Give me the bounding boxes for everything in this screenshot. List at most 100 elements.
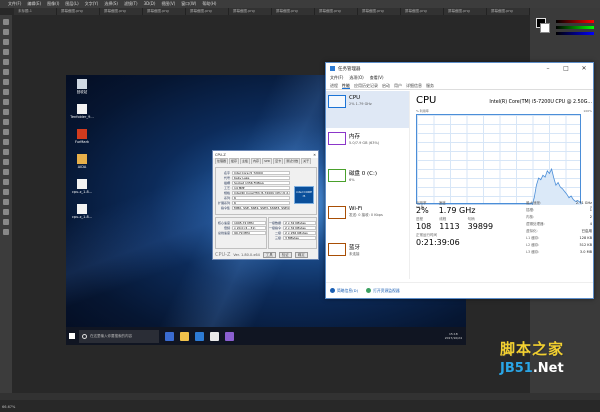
ps-document-tab[interactable]: 屏幕截图.png [358,8,401,15]
ps-document-tab[interactable]: 屏幕截图.png [100,8,143,15]
desktop-icon[interactable]: 回收站 [70,79,94,95]
tab-4[interactable]: 用户 [394,81,402,89]
ps-menu-item[interactable]: 窗口(W) [181,0,196,8]
taskbar-app-icon[interactable] [180,331,189,341]
ps-tool-icon[interactable] [3,189,9,195]
ps-tool-icon[interactable] [3,69,9,75]
ps-tool-icon[interactable] [3,79,9,85]
cpuz-titlebar[interactable]: CPU-Z ✕ [213,151,318,158]
tm-menu-item[interactable]: 查看(V) [370,74,384,81]
ps-tool-icon[interactable] [3,99,9,105]
maximize-icon[interactable]: □ [557,63,575,74]
taskbar-app-icon[interactable] [210,331,219,341]
ps-menu-item[interactable]: 图层(L) [65,0,78,8]
tab-6[interactable]: 服务 [426,81,434,89]
ps-document-tab[interactable]: 屏幕截图.png [186,8,229,15]
ps-document-tab[interactable]: 屏幕截图.png [272,8,315,15]
verify-button[interactable]: 验证 [278,251,292,258]
cpuz-tab[interactable]: 处理器 [215,158,229,164]
ps-tool-icon[interactable] [3,119,9,125]
ps-tool-icon[interactable] [3,169,9,175]
ps-tool-icon[interactable] [3,29,9,35]
ps-tool-icon[interactable] [3,89,9,95]
blue-slider[interactable] [556,32,594,35]
ps-document-tab[interactable]: 屏幕截图.png [487,8,530,15]
ps-document-tab[interactable]: 屏幕截图.png [315,8,358,15]
tab-1[interactable]: 性能 [342,81,350,89]
sidebar-item[interactable]: 内存 5.0/7.9 GB (63%) [326,128,409,165]
desktop-icon[interactable]: AIDA [70,154,94,169]
desktop-icon[interactable]: cpu-z_1.8... [70,179,94,194]
sidebar-item[interactable]: 蓝牙 未连接 [326,239,409,276]
tm-menu-item[interactable]: 选项(O) [349,74,363,81]
cpuz-tab[interactable]: SPD [262,158,273,164]
ps-menu-item[interactable]: 图像(I) [47,0,59,8]
ps-document-tab[interactable]: 屏幕截图.png [444,8,487,15]
ps-menu-item[interactable]: 选择(S) [104,0,118,8]
close-icon[interactable]: ✕ [575,63,593,74]
ps-tool-icon[interactable] [3,209,9,215]
ps-tool-icon[interactable] [3,129,9,135]
desktop-icon-image [77,154,87,164]
taskbar-search-box[interactable]: 在这里输入你要搜索的内容 [79,329,159,343]
ps-tool-icon[interactable] [3,19,9,25]
open-resource-monitor-link[interactable]: 打开资源监视器 [366,288,400,294]
ps-tool-icon[interactable] [3,39,9,45]
ps-menu-item[interactable]: 滤镜(T) [124,0,138,8]
ps-document-tab[interactable]: 屏幕截图.png [229,8,272,15]
ps-tool-icon[interactable] [3,149,9,155]
cpuz-tab[interactable]: 显卡 [273,158,284,164]
cpuz-tab[interactable]: 测试分数 [284,158,301,164]
ps-menu-item[interactable]: 编辑(E) [27,0,41,8]
tm-menu-item[interactable]: 文件(F) [330,74,343,81]
ps-tool-icon[interactable] [3,179,9,185]
ps-menu-item[interactable]: 3D(D) [144,0,156,8]
cpuz-field-label: 三级 [274,235,281,240]
ps-menu-item[interactable]: 视图(V) [161,0,175,8]
ps-tool-icon[interactable] [3,109,9,115]
red-slider[interactable] [556,20,594,23]
ps-tool-icon[interactable] [3,139,9,145]
desktop-icon[interactable]: FurMark [70,129,94,144]
taskbar-app-icon[interactable] [225,331,234,341]
green-slider[interactable] [556,26,594,29]
sidebar-item[interactable]: 磁盘 0 (C:) 6% [326,165,409,202]
ps-document-tab[interactable]: 未标题-1 [14,8,57,15]
ps-tool-icon[interactable] [3,59,9,65]
ps-tool-icon[interactable] [3,49,9,55]
tab-5[interactable]: 详细信息 [406,81,422,89]
sidebar-item[interactable]: CPU 2% 1.79 GHz [326,91,409,128]
sidebar-item[interactable]: Wi-Fi 发送: 0 接收: 0 Kbps [326,202,409,239]
cpuz-tab[interactable]: 主板 [240,158,251,164]
ps-tool-icon[interactable] [3,219,9,225]
ps-document-tab[interactable]: 屏幕截图.png [57,8,100,15]
ps-menu-item[interactable]: 帮助(H) [202,0,216,8]
taskbar-app-icon[interactable] [195,331,204,341]
tab-3[interactable]: 启动 [382,81,390,89]
task-manager-titlebar[interactable]: 任务管理器 – □ ✕ [326,63,593,74]
ps-document-tab[interactable]: 屏幕截图.png [401,8,444,15]
taskbar-app-icon[interactable] [165,331,174,341]
ps-tool-icon[interactable] [3,229,9,235]
cpuz-tab[interactable]: 关于 [301,158,312,164]
desktop-icon[interactable]: cpu-z_1.8... [70,204,94,219]
tab-0[interactable]: 进程 [330,81,338,89]
tab-2[interactable]: 应用历史记录 [354,81,378,89]
ps-menu-item[interactable]: 文件(F) [8,0,21,8]
background-color-swatch[interactable] [540,23,550,33]
ps-menu-item[interactable]: 文字(Y) [85,0,99,8]
ps-document-tab[interactable]: 屏幕截图.png [143,8,186,15]
close-icon[interactable]: ✕ [313,153,316,157]
ps-tool-icon[interactable] [3,159,9,165]
taskbar-clock[interactable]: 15:18 2017/10/24 [445,332,462,340]
ps-tool-icon[interactable] [3,199,9,205]
cpuz-tab[interactable]: 内存 [251,158,262,164]
start-button[interactable] [66,327,78,345]
ok-button[interactable]: 确定 [294,251,308,258]
desktop-icon-image [77,129,87,139]
cpuz-tab[interactable]: 缓存 [229,158,240,164]
minimize-icon[interactable]: – [539,63,557,74]
desktop-icon[interactable]: Tenfolder_9... [70,104,94,119]
tools-button[interactable]: 工具 [262,251,276,258]
fewer-details-link[interactable]: 简略信息(D) [330,288,358,294]
